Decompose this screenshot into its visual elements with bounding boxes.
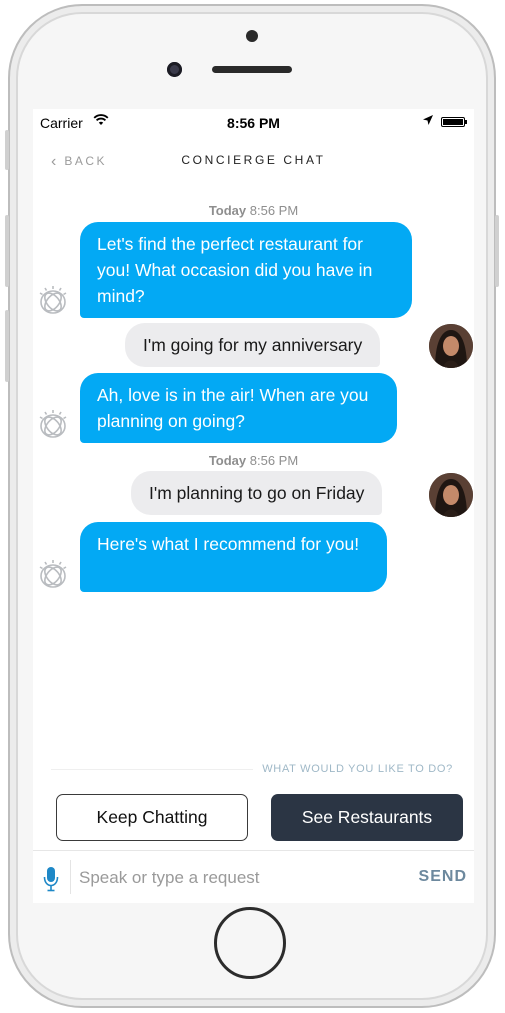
watson-bot-icon bbox=[39, 286, 67, 314]
volume-up-button bbox=[5, 215, 9, 287]
user-avatar bbox=[429, 324, 473, 368]
timestamp: Today 8:56 PM bbox=[33, 203, 474, 218]
timestamp-day: Today bbox=[208, 203, 247, 218]
timestamp-day: Today bbox=[208, 453, 247, 468]
app-screen: Carrier 8:56 PM ‹ BACK CONCIERGE CHAT Tod… bbox=[33, 109, 474, 903]
bot-message: Let's find the perfect restaurant for yo… bbox=[80, 222, 412, 318]
composer-divider bbox=[70, 860, 71, 894]
watson-bot-icon bbox=[39, 560, 67, 588]
action-prompt: WHAT WOULD YOU LIKE TO DO? bbox=[262, 763, 453, 775]
battery-cap bbox=[465, 120, 467, 124]
prompt-divider bbox=[51, 769, 253, 770]
composer-bar: SEND bbox=[33, 850, 474, 903]
proximity-sensor bbox=[246, 30, 258, 42]
location-arrow-icon bbox=[422, 114, 434, 129]
microphone-icon[interactable] bbox=[43, 866, 59, 892]
page-title: CONCIERGE CHAT bbox=[181, 153, 326, 167]
status-time: 8:56 PM bbox=[227, 115, 280, 131]
timestamp-time: 8:56 PM bbox=[249, 453, 299, 468]
nav-bar: ‹ BACK CONCIERGE CHAT bbox=[33, 147, 474, 175]
keep-chatting-button[interactable]: Keep Chatting bbox=[56, 794, 248, 841]
home-button[interactable] bbox=[214, 907, 286, 979]
bot-message: Here's what I recommend for you! bbox=[80, 522, 387, 592]
watson-bot-icon bbox=[39, 410, 67, 438]
timestamp-time: 8:56 PM bbox=[249, 203, 299, 218]
volume-down-button bbox=[5, 310, 9, 382]
front-camera bbox=[167, 62, 182, 77]
user-message: I'm planning to go on Friday bbox=[131, 471, 383, 515]
user-avatar bbox=[429, 473, 473, 517]
user-message: I'm going for my anniversary bbox=[125, 323, 381, 367]
send-button[interactable]: SEND bbox=[419, 868, 467, 886]
status-bar: Carrier 8:56 PM bbox=[33, 109, 474, 135]
see-restaurants-button[interactable]: See Restaurants bbox=[271, 794, 463, 841]
timestamp: Today 8:56 PM bbox=[33, 453, 474, 468]
mute-switch bbox=[5, 130, 9, 170]
battery-icon bbox=[441, 117, 465, 127]
message-input[interactable] bbox=[77, 861, 401, 895]
power-button bbox=[495, 215, 499, 287]
bot-message: Ah, love is in the air! When are you pla… bbox=[80, 373, 397, 443]
earpiece-speaker bbox=[212, 66, 292, 73]
